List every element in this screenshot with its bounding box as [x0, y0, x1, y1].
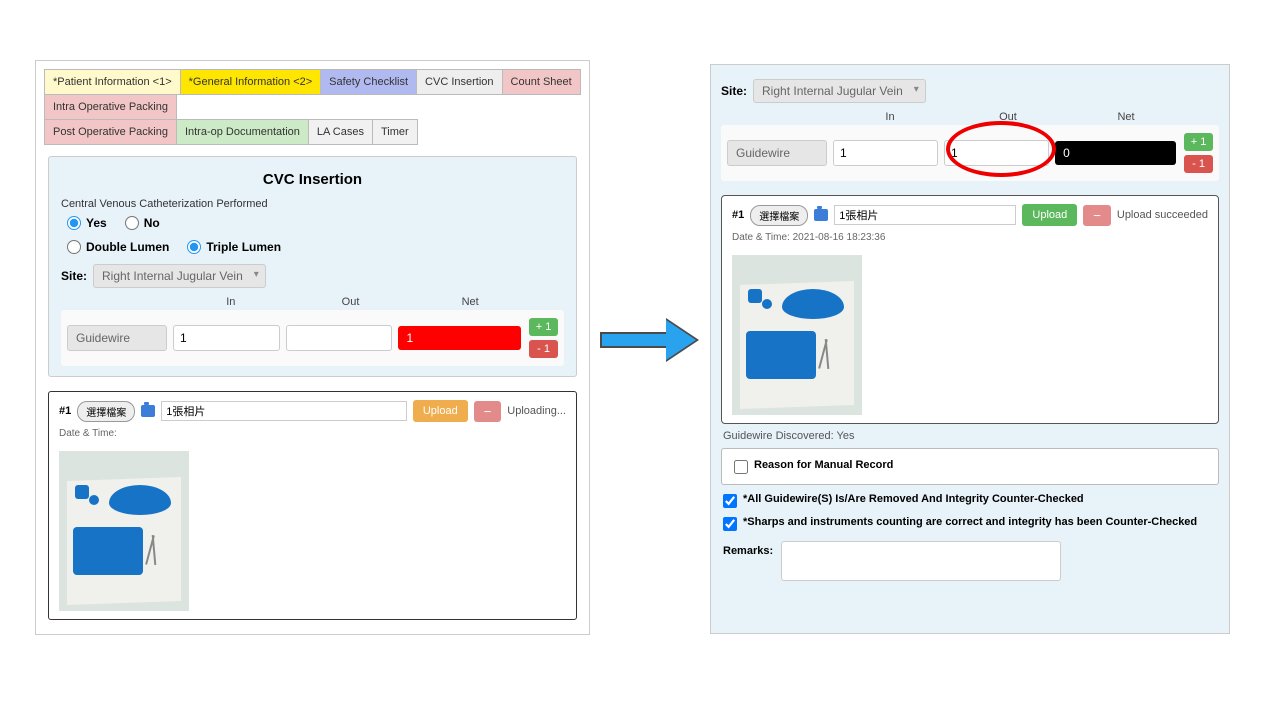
in-input-r[interactable] [833, 140, 938, 166]
photo-thumbnail-r[interactable] [732, 255, 862, 415]
site-select-r[interactable]: Right Internal Jugular Vein [753, 79, 926, 103]
header-net: Net [410, 296, 530, 308]
io-header: In Out Net [61, 296, 564, 308]
tab-count[interactable]: Count Sheet [502, 69, 581, 95]
camera-icon[interactable] [141, 405, 155, 417]
camera-icon-r[interactable] [814, 209, 828, 221]
right-panel: Site: Right Internal Jugular Vein In Out… [710, 64, 1230, 634]
radio-triple[interactable]: Triple Lumen [187, 240, 281, 254]
tab-timer[interactable]: Timer [372, 119, 418, 145]
tab-patient-info[interactable]: *Patient Information <1> [44, 69, 181, 95]
choose-file-button[interactable]: 選擇檔案 [77, 401, 135, 422]
checkbox-guidewire-removed[interactable]: *All Guidewire(S) Is/Are Removed And Int… [723, 493, 1217, 508]
tab-bar-2: Post Operative Packing Intra-op Document… [36, 119, 589, 144]
arrow-icon [600, 320, 700, 360]
tab-intra-packing[interactable]: Intra Operative Packing [44, 94, 177, 120]
tab-la[interactable]: LA Cases [308, 119, 373, 145]
site-row: Site: Right Internal Jugular Vein [61, 264, 564, 288]
upload-status: Uploading... [507, 405, 566, 417]
photo-number-r: #1 [732, 209, 744, 221]
checkbox-sharps-correct[interactable]: *Sharps and instruments counting are cor… [723, 516, 1217, 531]
tab-intra-doc[interactable]: Intra-op Documentation [176, 119, 309, 145]
header-out: Out [291, 296, 411, 308]
net-display: 1 [398, 326, 521, 350]
guidewire-row: Guidewire 1 + 1 - 1 [61, 310, 564, 366]
guidewire-label-r: Guidewire [727, 140, 827, 166]
site-select[interactable]: Right Internal Jugular Vein [93, 264, 266, 288]
left-panel: *Patient Information <1> *General Inform… [35, 60, 590, 635]
plus-button[interactable]: + 1 [529, 318, 558, 336]
header-net-r: Net [1067, 111, 1185, 123]
photo-name-input-r[interactable] [834, 205, 1016, 225]
tab-safety[interactable]: Safety Checklist [320, 69, 417, 95]
out-input[interactable] [286, 325, 393, 351]
remarks-label: Remarks: [723, 541, 773, 557]
header-in: In [171, 296, 291, 308]
photo-thumbnail[interactable] [59, 451, 189, 611]
upload-button[interactable]: Upload [413, 400, 468, 422]
datetime-label: Date & Time: [59, 428, 566, 439]
site-label: Site: [61, 269, 87, 283]
tab-post-packing[interactable]: Post Operative Packing [44, 119, 177, 145]
header-out-r: Out [949, 111, 1067, 123]
tab-cvc[interactable]: CVC Insertion [416, 69, 502, 95]
remarks-row: Remarks: [723, 541, 1217, 581]
photo-upload-box-r: #1 選擇檔案 Upload − Upload succeeded Date &… [721, 195, 1219, 424]
photo-number: #1 [59, 405, 71, 417]
guidewire-label: Guidewire [67, 325, 167, 351]
out-input-r[interactable] [944, 140, 1049, 166]
in-input[interactable] [173, 325, 280, 351]
datetime-label-r: Date & Time: 2021-08-16 18:23:36 [732, 232, 1208, 243]
radio-double[interactable]: Double Lumen [67, 240, 169, 254]
minus-button[interactable]: - 1 [529, 340, 558, 358]
photo-name-input[interactable] [161, 401, 407, 421]
delete-button-r[interactable]: − [1083, 205, 1111, 226]
site-label-r: Site: [721, 84, 747, 98]
radio-yes[interactable]: Yes [67, 216, 107, 230]
tab-general-info[interactable]: *General Information <2> [180, 69, 322, 95]
remarks-input[interactable] [781, 541, 1061, 581]
plus-button-r[interactable]: + 1 [1184, 133, 1213, 151]
lumen-radios: Double Lumen Triple Lumen [67, 240, 564, 254]
cvc-question: Central Venous Catheterization Performed [61, 198, 564, 210]
cvc-performed-radios: Yes No [67, 216, 564, 230]
reason-box: Reason for Manual Record [721, 448, 1219, 485]
header-in-r: In [831, 111, 949, 123]
cvc-form: CVC Insertion Central Venous Catheteriza… [48, 156, 577, 377]
choose-file-button-r[interactable]: 選擇檔案 [750, 205, 808, 226]
minus-button-r[interactable]: - 1 [1184, 155, 1213, 173]
reason-checkbox[interactable]: Reason for Manual Record [734, 459, 1206, 474]
guidewire-discovered: Guidewire Discovered: Yes [723, 430, 1217, 442]
delete-button[interactable]: − [474, 401, 502, 422]
guidewire-row-r: Guidewire 0 + 1 - 1 [721, 125, 1219, 181]
page-title: CVC Insertion [61, 171, 564, 188]
site-row-r: Site: Right Internal Jugular Vein [721, 79, 1219, 103]
upload-button-r[interactable]: Upload [1022, 204, 1077, 226]
net-display-r: 0 [1055, 141, 1176, 165]
radio-no[interactable]: No [125, 216, 160, 230]
photo-upload-box: #1 選擇檔案 Upload − Uploading... Date & Tim… [48, 391, 577, 620]
upload-status-r: Upload succeeded [1117, 209, 1208, 221]
io-header-r: In Out Net [721, 111, 1219, 123]
tab-bar: *Patient Information <1> *General Inform… [36, 61, 589, 119]
